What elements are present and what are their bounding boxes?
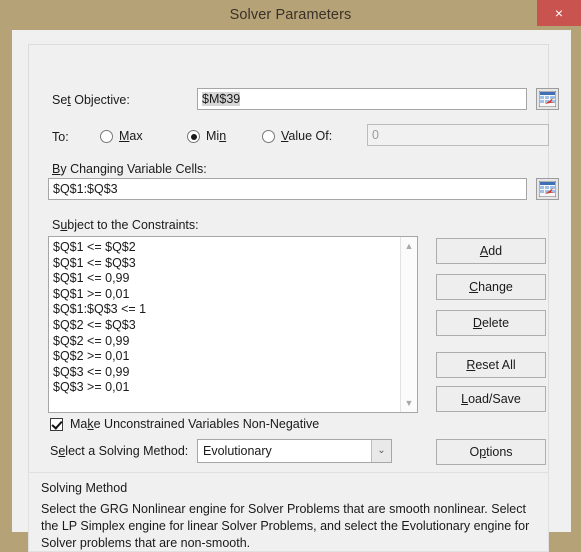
scroll-down-icon[interactable]: ▼ <box>401 395 417 411</box>
solving-method-label: Select a Solving Method: <box>50 444 189 458</box>
options-button[interactable]: Options <box>436 439 546 465</box>
set-objective-range-select-icon[interactable] <box>536 88 559 110</box>
chevron-down-icon[interactable]: ⌄ <box>371 440 391 462</box>
reset-all-button[interactable]: Reset All <box>436 352 546 378</box>
changing-cells-input[interactable]: $Q$1:$Q$3 <box>48 178 527 200</box>
list-item[interactable]: $Q$1 <= $Q$2 <box>53 240 399 256</box>
unconstrained-nonnegative-checkbox[interactable]: Make Unconstrained Variables Non-Negativ… <box>50 417 319 433</box>
range-select-icon <box>539 181 556 197</box>
dialog-body: Set Objective: $M$39 To: Max Min Value O… <box>12 30 571 552</box>
radio-value-of[interactable]: Value Of: <box>262 129 332 145</box>
help-panel-text: Select the GRG Nonlinear engine for Solv… <box>41 502 530 550</box>
changing-cells-label: By Changing Variable Cells: <box>52 162 207 176</box>
radio-max-indicator <box>100 130 113 143</box>
load-save-button[interactable]: Load/Save <box>436 386 546 412</box>
set-objective-label: Set Objective: <box>52 93 130 107</box>
list-item[interactable]: $Q$1:$Q$3 <= 1 <box>53 302 399 318</box>
constraints-list-items: $Q$1 <= $Q$2 $Q$1 <= $Q$3 $Q$1 <= 0,99 $… <box>53 240 399 396</box>
solving-method-dropdown[interactable]: Evolutionary ⌄ <box>197 439 392 463</box>
delete-button[interactable]: Delete <box>436 310 546 336</box>
add-button[interactable]: Add <box>436 238 546 264</box>
constraints-label: Subject to the Constraints: <box>52 218 199 232</box>
radio-min-indicator <box>187 130 200 143</box>
scroll-up-icon[interactable]: ▲ <box>401 238 417 254</box>
value-of-input[interactable]: 0 <box>367 124 549 146</box>
radio-max[interactable]: Max <box>100 129 143 145</box>
to-label: To: <box>52 130 69 144</box>
help-panel-title: Solving Method <box>41 481 128 495</box>
list-item[interactable]: $Q$2 >= 0,01 <box>53 349 399 365</box>
list-item[interactable]: $Q$2 <= $Q$3 <box>53 318 399 334</box>
change-button[interactable]: Change <box>436 274 546 300</box>
radio-value-of-label: Value Of: <box>281 129 333 143</box>
radio-max-label: Max <box>119 129 143 143</box>
constraints-list[interactable]: $Q$1 <= $Q$2 $Q$1 <= $Q$3 $Q$1 <= 0,99 $… <box>48 236 418 413</box>
radio-value-of-indicator <box>262 130 275 143</box>
list-item[interactable]: $Q$2 <= 0,99 <box>53 334 399 350</box>
solving-method-value: Evolutionary <box>203 444 272 458</box>
changing-cells-range-select-icon[interactable] <box>536 178 559 200</box>
radio-min[interactable]: Min <box>187 129 226 145</box>
list-item[interactable]: $Q$3 >= 0,01 <box>53 380 399 396</box>
unconstrained-nonnegative-label: Make Unconstrained Variables Non-Negativ… <box>70 417 320 431</box>
list-item[interactable]: $Q$1 >= 0,01 <box>53 287 399 303</box>
set-objective-value: $M$39 <box>202 92 241 106</box>
range-select-icon <box>539 91 556 107</box>
radio-min-label: Min <box>206 129 227 143</box>
list-item[interactable]: $Q$3 <= 0,99 <box>53 365 399 381</box>
close-button[interactable]: × <box>537 0 581 26</box>
list-item[interactable]: $Q$1 <= 0,99 <box>53 271 399 287</box>
title-bar: Solver Parameters × <box>0 0 581 30</box>
constraints-scrollbar[interactable]: ▲ ▼ <box>400 237 417 412</box>
solver-parameters-window: Solver Parameters × Set Objective: $M$39… <box>0 0 581 552</box>
solving-method-help-panel: Solving Method Select the GRG Nonlinear … <box>28 472 549 552</box>
checkbox-indicator <box>50 418 63 431</box>
set-objective-input[interactable]: $M$39 <box>197 88 527 110</box>
list-item[interactable]: $Q$1 <= $Q$3 <box>53 256 399 272</box>
window-title: Solver Parameters <box>229 7 352 23</box>
